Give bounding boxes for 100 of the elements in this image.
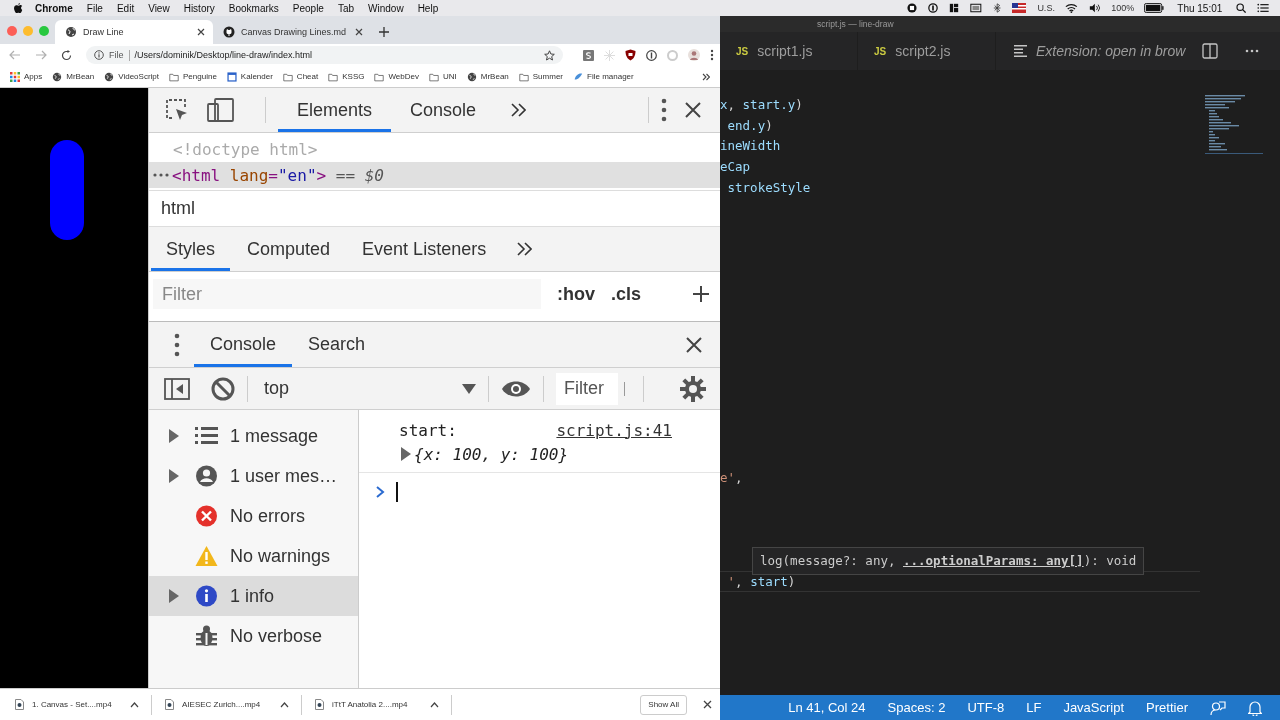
menu-item[interactable]: File bbox=[86, 2, 103, 14]
download-item[interactable]: AIESEC Zurich....mp4 bbox=[165, 694, 302, 715]
status-item[interactable]: Spaces: 2 bbox=[887, 700, 946, 715]
new-tab-icon[interactable] bbox=[379, 27, 389, 37]
sidebar-tab[interactable]: Computed bbox=[232, 227, 346, 271]
editor-tab[interactable]: Extension: open in brow bbox=[996, 32, 1192, 70]
bookmark[interactable]: KSSG bbox=[328, 71, 365, 82]
more-tabs-icon[interactable] bbox=[517, 242, 533, 256]
menu-item[interactable]: View bbox=[148, 2, 170, 14]
bookmark[interactable]: Kalender bbox=[226, 71, 273, 82]
bookmark[interactable]: Cheat bbox=[282, 71, 319, 82]
wifi-icon[interactable] bbox=[1064, 3, 1078, 13]
bell-icon[interactable] bbox=[1248, 699, 1262, 716]
filter-group[interactable]: No warnings bbox=[149, 536, 358, 576]
filter-field[interactable]: Filter bbox=[153, 279, 541, 309]
inspect-icon[interactable] bbox=[165, 98, 189, 122]
show-all-button[interactable]: Show All bbox=[640, 694, 687, 715]
bluetooth-icon[interactable] bbox=[993, 3, 1002, 13]
status-item[interactable]: JavaScript bbox=[1063, 700, 1125, 715]
panel-tab[interactable]: Console bbox=[391, 88, 496, 132]
clock[interactable]: Thu 15:01 bbox=[1177, 2, 1223, 14]
bookmark[interactable]: Summer bbox=[518, 71, 563, 82]
close-icon[interactable] bbox=[355, 28, 363, 36]
download-item[interactable]: 1. Canvas - Set....mp4 bbox=[15, 694, 152, 715]
menu-item[interactable]: Tab bbox=[337, 2, 355, 14]
expand-icon[interactable] bbox=[169, 469, 179, 483]
chevrons-icon[interactable] bbox=[702, 72, 710, 81]
bookmark[interactable]: MrBean bbox=[466, 71, 509, 82]
clear-icon[interactable] bbox=[211, 376, 235, 401]
bookmark[interactable]: Apps bbox=[10, 71, 43, 82]
dom-node[interactable]: <html lang="en"> == $0 bbox=[149, 162, 720, 188]
s-square-icon[interactable] bbox=[583, 49, 594, 61]
menu-item[interactable]: Edit bbox=[116, 2, 135, 14]
bookmark[interactable]: VideoScript bbox=[104, 71, 159, 82]
source-link[interactable]: script.js:41 bbox=[556, 420, 672, 440]
status-item[interactable]: UTF-8 bbox=[967, 700, 1005, 715]
filter-group[interactable]: No errors bbox=[149, 496, 358, 536]
star-icon[interactable] bbox=[544, 49, 555, 61]
hover-toggle[interactable]: :hov bbox=[557, 283, 595, 305]
close-icon[interactable] bbox=[685, 102, 701, 118]
circle-icon[interactable] bbox=[646, 49, 657, 61]
kebab-menu-icon[interactable] bbox=[710, 49, 714, 61]
breadcrumb[interactable]: html bbox=[161, 198, 195, 219]
menu-item[interactable]: Window bbox=[368, 2, 404, 14]
avatar-icon[interactable] bbox=[688, 49, 700, 61]
stop-icon[interactable] bbox=[907, 3, 918, 13]
expand-icon[interactable] bbox=[401, 447, 411, 461]
expand-icon[interactable] bbox=[169, 429, 179, 443]
status-item[interactable]: Prettier bbox=[1146, 700, 1188, 715]
bookmark[interactable]: WebDev bbox=[374, 71, 419, 82]
more-tabs-icon[interactable] bbox=[511, 103, 527, 117]
class-toggle[interactable]: .cls bbox=[611, 283, 642, 305]
sidebar-toggle-icon[interactable] bbox=[164, 377, 190, 400]
menu-icon[interactable] bbox=[1257, 3, 1269, 13]
download-item[interactable]: iTtT Anatolia 2....mp4 bbox=[315, 694, 452, 715]
volume-icon[interactable] bbox=[1088, 3, 1101, 13]
browser-tab[interactable]: Canvas Drawing Lines.md bbox=[213, 20, 371, 44]
sidebar-tab[interactable]: Styles bbox=[151, 227, 231, 271]
more-icon[interactable] bbox=[1245, 49, 1259, 53]
reload-icon[interactable] bbox=[61, 49, 72, 61]
status-item[interactable]: LF bbox=[1026, 700, 1042, 715]
feedback-icon[interactable] bbox=[1210, 699, 1226, 716]
close-icon[interactable] bbox=[703, 700, 712, 709]
sidebar-tab[interactable]: Event Listeners bbox=[347, 227, 502, 271]
bookmark[interactable]: UNI bbox=[429, 71, 457, 82]
password-icon[interactable] bbox=[928, 3, 939, 13]
shield-icon[interactable] bbox=[625, 49, 636, 61]
apple-icon[interactable] bbox=[12, 2, 23, 14]
menu-item[interactable]: Bookmarks bbox=[228, 2, 279, 14]
menu-item[interactable]: Chrome bbox=[35, 2, 73, 14]
browser-tab[interactable]: Draw Line bbox=[55, 20, 213, 44]
drawer-tab[interactable]: Search bbox=[292, 322, 382, 367]
filter-group[interactable]: 1 message bbox=[149, 416, 358, 456]
close-icon[interactable] bbox=[197, 28, 205, 36]
bookmark[interactable]: Penguine bbox=[169, 71, 217, 82]
expand-icon[interactable] bbox=[169, 589, 179, 603]
menu-item[interactable]: People bbox=[292, 2, 324, 14]
filter-group[interactable]: No verbose bbox=[149, 616, 358, 656]
editor-tab[interactable]: JS script2.js bbox=[858, 32, 996, 70]
filter-group[interactable]: 1 info bbox=[149, 576, 358, 616]
bookmark[interactable]: File manager bbox=[573, 71, 634, 82]
split-editor-icon[interactable] bbox=[1202, 43, 1218, 59]
filter-group[interactable]: 1 user mes… bbox=[149, 456, 358, 496]
flag-icon[interactable] bbox=[1012, 3, 1027, 13]
editor-tab[interactable]: JS script1.js bbox=[720, 32, 858, 70]
context-select[interactable]: top bbox=[260, 378, 476, 399]
kebab-menu-icon[interactable] bbox=[661, 98, 667, 122]
battery-icon[interactable] bbox=[1144, 3, 1165, 13]
search-icon[interactable] bbox=[1236, 3, 1247, 13]
add-icon[interactable] bbox=[692, 285, 710, 303]
menu-item[interactable]: History bbox=[183, 2, 215, 14]
filter-field[interactable]: Filter bbox=[556, 372, 618, 405]
close-icon[interactable] bbox=[686, 336, 702, 353]
kebab-menu-icon[interactable] bbox=[174, 332, 180, 357]
eye-icon[interactable] bbox=[501, 379, 531, 398]
address-bar[interactable]: File /Users/dominik/Desktop/line-draw/index.html bbox=[86, 46, 563, 64]
display-icon[interactable] bbox=[970, 3, 983, 13]
status-item[interactable]: Ln 41, Col 24 bbox=[788, 700, 866, 715]
bookmark[interactable]: MrBean bbox=[52, 71, 95, 82]
device-icon[interactable] bbox=[207, 98, 235, 122]
